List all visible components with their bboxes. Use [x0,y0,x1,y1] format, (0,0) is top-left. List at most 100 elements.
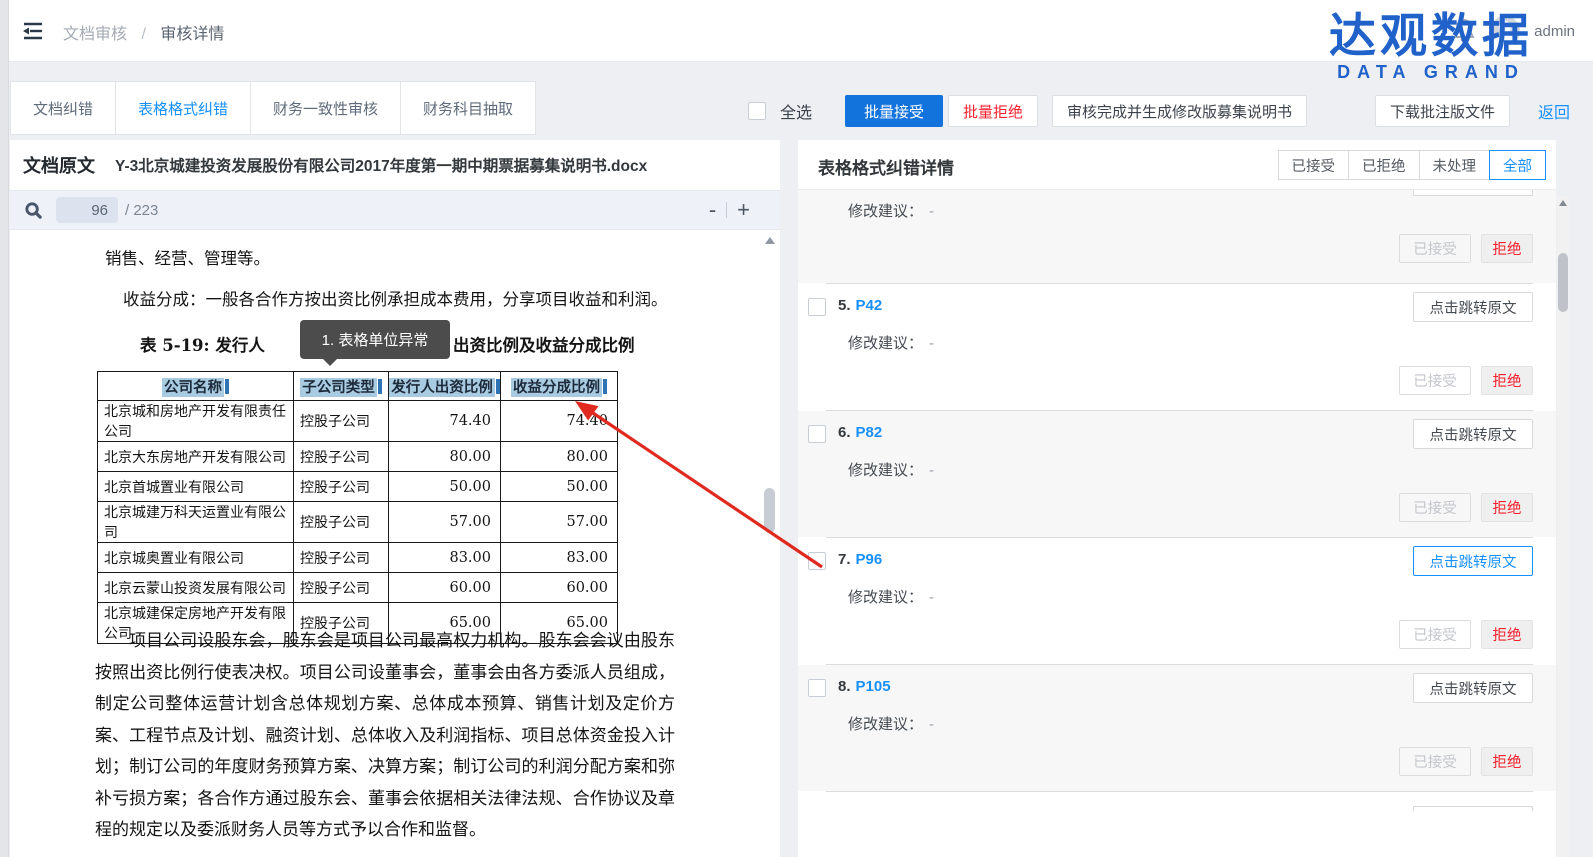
logo-en-text: DATA GRAND [1329,62,1533,82]
accepted-button[interactable]: 已接受 [1399,234,1471,263]
issue-page-link[interactable]: P105 [856,678,891,695]
doc-page-content[interactable]: 销售、经营、管理等。 收益分成：一般各合作方按出资比例承担成本费用，分享项目收益… [10,232,780,857]
suggestion-label: 修改建议： [848,716,923,733]
reject-button[interactable]: 拒绝 [1481,366,1533,395]
doc-table-row: 北京城奥置业有限公司控股子公司83.0083.00 [98,543,618,573]
suggestion-label: 修改建议： [848,589,923,606]
username[interactable]: admin [1534,23,1575,40]
accepted-button[interactable]: 已接受 [1399,747,1471,776]
jump-to-source-button[interactable]: 点击跳转原文 [1413,419,1533,449]
tab-bar: 文档纠错 表格格式纠错 财务一致性审核 财务科目抽取 [10,81,536,135]
accepted-button[interactable]: 已接受 [1399,366,1471,395]
doc-table-header: 发行人出资比例 [389,378,495,397]
status-filter-group: 已接受 已拒绝 未处理 全部 [1279,150,1547,180]
tab-doc-correction[interactable]: 文档纠错 [11,82,116,134]
batch-reject-button[interactable]: 批量拒绝 [948,95,1038,127]
jump-button-partial[interactable] [1413,190,1533,196]
issue-number: 5. [838,297,851,314]
doc-table-header-row: 公司名称 子公司类型 发行人出资比例 收益分成比例 [98,372,618,401]
issue-item-p105: 8.P105 点击跳转原文 修改建议：- 已接受 拒绝 [798,665,1556,791]
issue-item-p82: 6.P82 点击跳转原文 修改建议：- 已接受 拒绝 [798,411,1556,537]
jump-to-source-button[interactable]: 点击跳转原文 [1413,673,1533,703]
download-annotated-button[interactable]: 下载批注版文件 [1375,95,1510,127]
error-tooltip: 1. 表格单位异常 [300,320,450,359]
filter-accepted[interactable]: 已接受 [1278,150,1350,180]
search-icon[interactable] [24,201,43,220]
doc-table: 公司名称 子公司类型 发行人出资比例 收益分成比例 北京城和房地产开发有限责任公… [97,371,618,644]
page-number-input[interactable] [56,197,118,223]
collapsed-sidebar [0,0,9,857]
tooltip-arrow [322,358,338,366]
back-button[interactable]: 返回 [1538,99,1570,123]
issue-page-link[interactable]: P96 [856,551,883,568]
suggestion-label: 修改建议： [848,462,923,479]
doc-table-row: 北京城建万科天运置业有限公司控股子公司57.0057.00 [98,502,618,543]
doc-panel-title: 文档原文 [23,152,95,178]
issue-checkbox[interactable] [808,552,826,570]
notification-bell-icon[interactable] [1452,18,1476,44]
issue-item-p42: 5. P42 点击跳转原文 修改建议：- 已接受 拒绝 [798,284,1556,410]
breadcrumb: 文档审核 / 审核详情 [63,20,224,44]
jump-button-partial[interactable] [1413,806,1533,811]
select-all-label: 全选 [780,99,812,123]
suggestion-label: 修改建议： [848,335,923,352]
reject-button[interactable]: 拒绝 [1481,493,1533,522]
select-all-checkbox[interactable] [748,102,766,120]
review-panel-title: 表格格式纠错详情 [818,154,954,179]
issue-item-p96: 7.P96 点击跳转原文 修改建议：- 已接受 拒绝 [798,538,1556,664]
reject-button[interactable]: 拒绝 [1481,747,1533,776]
issue-list: 修改建议：- 已接受 拒绝 5.P42 点击跳转原文 修改建议：- 已接受 拒绝… [798,190,1556,857]
doc-paragraph: 销售、经营、管理等。 [105,245,270,269]
highlight-cursor-bar [603,379,607,394]
doc-paragraph: 收益分成：一般各合作方按出资比例承担成本费用，分享项目收益和利润。 [123,286,668,310]
reject-button[interactable]: 拒绝 [1481,234,1533,263]
accepted-button[interactable]: 已接受 [1399,620,1471,649]
doc-table-header: 收益分成比例 [511,378,602,397]
jump-to-source-button[interactable]: 点击跳转原文 [1413,292,1533,322]
user-avatar[interactable] [1490,16,1520,46]
issue-item-next-partial [798,792,1556,856]
doc-scrollbar[interactable] [762,232,778,857]
tab-finance-consistency[interactable]: 财务一致性审核 [251,82,401,134]
highlight-cursor-bar [496,379,500,394]
filter-all[interactable]: 全部 [1489,150,1546,180]
suggestion-value: - [929,335,934,352]
filter-rejected[interactable]: 已拒绝 [1348,150,1420,180]
filter-unprocessed[interactable]: 未处理 [1419,150,1491,180]
document-panel: 文档原文 Y-3北京城建投资发展股份有限公司2017年度第一期中期票据募集说明书… [10,140,780,857]
page-total-label: / 223 [125,202,158,219]
tab-table-format-correction[interactable]: 表格格式纠错 [116,82,251,134]
review-scrollbar[interactable] [1557,196,1569,857]
review-scrollbar-thumb[interactable] [1558,253,1568,312]
scroll-up-arrow-icon[interactable] [765,237,775,244]
issue-page-link[interactable]: P42 [856,297,883,314]
issue-item-partial: 修改建议：- 已接受 拒绝 [798,190,1556,283]
doc-table-header: 公司名称 [162,378,224,397]
reject-button[interactable]: 拒绝 [1481,620,1533,649]
batch-accept-button[interactable]: 批量接受 [845,95,943,127]
tab-finance-subject-extract[interactable]: 财务科目抽取 [401,82,535,134]
zoom-separator [726,202,727,218]
finish-generate-button[interactable]: 审核完成并生成修改版募集说明书 [1052,95,1307,127]
suggestion-value: - [929,462,934,479]
table-caption-left: 表 5-19: 发行人 [140,332,265,356]
accepted-button[interactable]: 已接受 [1399,493,1471,522]
doc-table-row: 北京城和房地产开发有限责任公司控股子公司74.4074.40 [98,401,618,442]
issue-checkbox[interactable] [808,679,826,697]
doc-table-header: 子公司类型 [300,378,377,397]
doc-scrollbar-thumb[interactable] [764,488,775,533]
breadcrumb-parent[interactable]: 文档审核 [63,26,127,43]
doc-table-row: 北京云蒙山投资发展有限公司控股子公司60.0060.00 [98,573,618,603]
doc-filename: Y-3北京城建投资发展股份有限公司2017年度第一期中期票据募集说明书.docx [115,154,647,176]
issue-checkbox[interactable] [808,425,826,443]
zoom-in-button[interactable]: + [737,200,750,220]
menu-fold-icon[interactable] [21,19,45,43]
review-panel: 表格格式纠错详情 已接受 已拒绝 未处理 全部 修改建议：- 已接受 拒绝 5.… [798,140,1556,857]
zoom-out-button[interactable]: - [709,200,716,220]
breadcrumb-current: 审核详情 [160,26,224,43]
scroll-up-arrow-icon[interactable] [1559,200,1567,206]
error-tooltip-text: 1. 表格单位异常 [322,329,429,350]
jump-to-source-button-active[interactable]: 点击跳转原文 [1413,546,1533,576]
issue-page-link[interactable]: P82 [856,424,883,441]
issue-checkbox[interactable] [808,298,826,316]
